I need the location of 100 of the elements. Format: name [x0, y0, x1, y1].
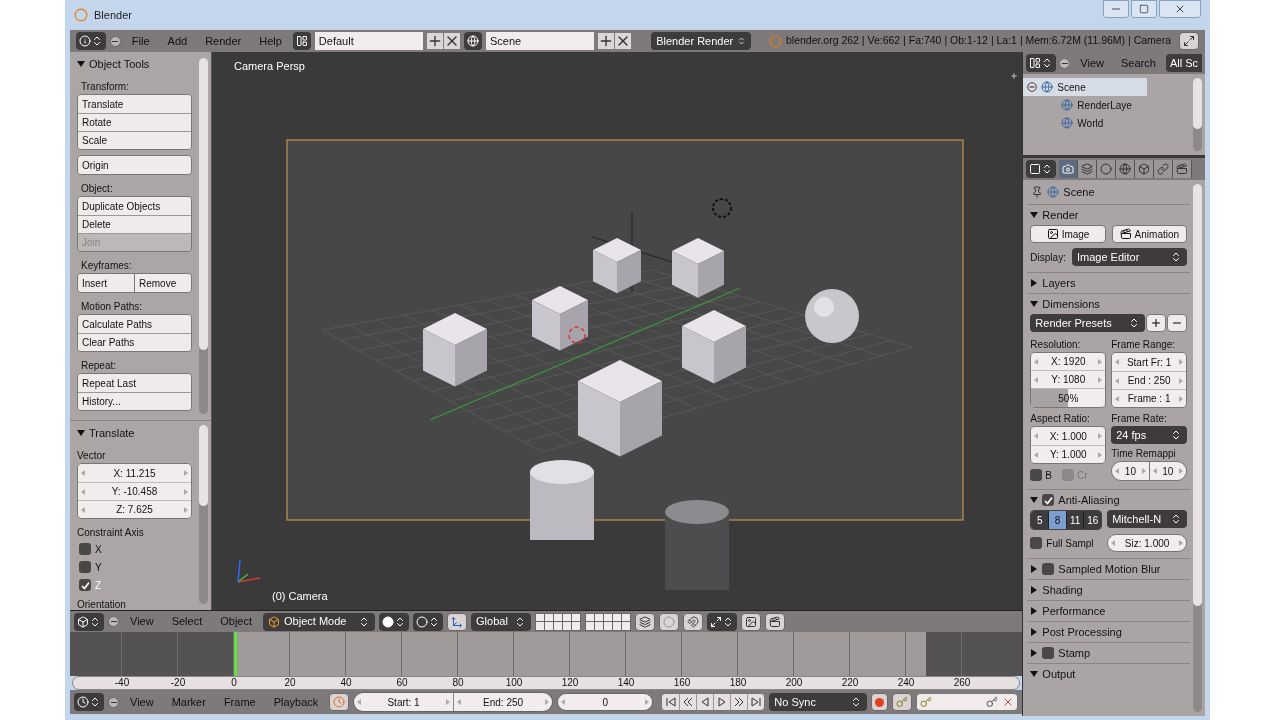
collapse-icon[interactable]: [108, 696, 119, 708]
shading-dropdown[interactable]: [379, 612, 410, 631]
collapsed-triangle-icon[interactable]: [1030, 279, 1039, 287]
play-reverse-icon[interactable]: [700, 697, 711, 707]
tool-button[interactable]: Remove: [134, 274, 191, 292]
tool-button[interactable]: Insert: [78, 274, 134, 292]
checkbox[interactable]: [1030, 537, 1043, 549]
render-button[interactable]: Image: [1030, 225, 1106, 243]
checkbox[interactable]: [79, 561, 91, 573]
expanded-triangle-icon[interactable]: [77, 60, 85, 68]
scene-selector-button[interactable]: [464, 32, 483, 50]
collapse-icon[interactable]: [1027, 82, 1038, 92]
panel-title[interactable]: Render: [1042, 206, 1079, 224]
timeline-ruler[interactable]: -40 -20 0 20 40 60 80 100 120 140 160 180 200 220 240 260: [72, 676, 1021, 690]
right-arrow-icon[interactable]: [1098, 433, 1103, 439]
left-arrow-icon[interactable]: [1115, 395, 1120, 402]
outliner-item[interactable]: RenderLaye: [1023, 96, 1148, 114]
panel-title[interactable]: Dimensions: [1042, 295, 1100, 313]
keying-set-field[interactable]: [916, 693, 1019, 711]
orientation-dropdown[interactable]: Global: [471, 612, 532, 631]
left-arrow-icon[interactable]: [81, 470, 85, 476]
collapsed-triangle-icon[interactable]: [1030, 628, 1039, 636]
close-icon[interactable]: [444, 33, 461, 49]
pin-icon[interactable]: [1031, 186, 1044, 198]
layer-grid[interactable]: [535, 612, 582, 631]
left-arrow-icon[interactable]: [1111, 540, 1116, 546]
editor-type-button[interactable]: [1026, 160, 1057, 178]
layout-field[interactable]: Default: [314, 32, 424, 50]
left-arrow-icon[interactable]: [81, 488, 85, 495]
collapsed-triangle-icon[interactable]: [1030, 649, 1039, 657]
context-tab[interactable]: [1078, 160, 1098, 178]
jump-start-icon[interactable]: [665, 697, 676, 707]
scrollbar-thumb[interactable]: [199, 58, 208, 350]
collapse-icon[interactable]: [110, 35, 121, 47]
left-arrow-icon[interactable]: [1034, 433, 1039, 439]
panel-title[interactable]: Stamp: [1058, 644, 1091, 662]
current-frame-field[interactable]: 0: [557, 693, 654, 711]
context-tab[interactable]: [1154, 160, 1174, 178]
keyframe-button[interactable]: [892, 693, 913, 711]
proportional-edit-button[interactable]: [659, 612, 680, 631]
frame-range-field[interactable]: End : 250: [1112, 371, 1186, 389]
context-tab[interactable]: [1173, 160, 1193, 178]
filter-dropdown[interactable]: All Sc: [1165, 54, 1202, 72]
add-icon[interactable]: [598, 33, 615, 49]
left-arrow-icon[interactable]: [1034, 451, 1039, 458]
left-arrow-icon[interactable]: [1034, 358, 1039, 365]
tool-button[interactable]: Scale: [78, 131, 191, 149]
checkbox[interactable]: [79, 579, 91, 591]
menu-item[interactable]: Playback: [266, 693, 326, 711]
menu-item[interactable]: File: [124, 32, 157, 50]
screen-layout-button[interactable]: [292, 32, 311, 50]
menu-item[interactable]: View: [1073, 54, 1111, 72]
play-icon[interactable]: [717, 697, 728, 707]
left-arrow-icon[interactable]: [1115, 377, 1120, 384]
sample-button[interactable]: 8: [1048, 511, 1066, 529]
minimize-button[interactable]: [1103, 0, 1129, 18]
panel-title[interactable]: Shading: [1042, 581, 1083, 599]
scrollbar-thumb[interactable]: [1193, 78, 1202, 130]
editor-type-button[interactable]: [74, 693, 104, 711]
collapse-icon[interactable]: [108, 616, 119, 627]
tool-button[interactable]: Rotate: [78, 113, 191, 131]
right-arrow-icon[interactable]: [1098, 451, 1103, 458]
snap-dropdown[interactable]: [707, 612, 738, 631]
tool-button[interactable]: Repeat Last: [78, 374, 191, 392]
context-tab[interactable]: [1097, 160, 1117, 178]
collapsed-triangle-icon[interactable]: [1030, 586, 1039, 594]
left-arrow-icon[interactable]: [1115, 359, 1120, 365]
resolution-field[interactable]: X: 1920: [1031, 353, 1106, 371]
tool-button[interactable]: Translate: [78, 95, 191, 113]
menu-item[interactable]: Add: [160, 32, 195, 50]
right-arrow-icon[interactable]: [1098, 376, 1103, 383]
jump-end-icon[interactable]: [751, 697, 762, 707]
right-arrow-icon[interactable]: [1098, 358, 1103, 365]
left-arrow-icon[interactable]: [1034, 376, 1039, 383]
panel-title[interactable]: Sampled Motion Blur: [1058, 560, 1161, 578]
checkbox[interactable]: [1030, 469, 1043, 481]
panel-title[interactable]: Performance: [1042, 602, 1106, 620]
percent-slider[interactable]: 50%: [1031, 389, 1106, 407]
vector-field[interactable]: X: 11.215: [78, 464, 191, 482]
menu-item[interactable]: View: [123, 613, 161, 630]
pivot-dropdown[interactable]: [413, 612, 444, 631]
collapse-icon[interactable]: [1059, 57, 1071, 69]
right-arrow-icon[interactable]: [1179, 359, 1183, 365]
panel-title[interactable]: Output: [1042, 665, 1076, 683]
context-tab[interactable]: [1135, 160, 1155, 178]
expanded-triangle-icon[interactable]: [77, 429, 85, 437]
menu-item[interactable]: Frame: [216, 693, 263, 711]
frame-range-field[interactable]: Start Fr: 1: [1112, 353, 1186, 371]
aspect-field[interactable]: Y: 1.000: [1031, 445, 1106, 463]
menu-item[interactable]: Help: [252, 32, 289, 50]
sync-dropdown[interactable]: No Sync: [769, 693, 868, 711]
tool-button[interactable]: Calculate Paths: [78, 315, 191, 333]
snap-button[interactable]: [683, 612, 704, 631]
right-arrow-icon[interactable]: [1179, 540, 1183, 546]
aspect-field[interactable]: X: 1.000: [1031, 427, 1106, 445]
preview-range-button[interactable]: [329, 693, 350, 711]
left-arrow-icon[interactable]: [81, 506, 85, 513]
next-keyframe-icon[interactable]: [734, 697, 745, 707]
maximize-button[interactable]: [1131, 0, 1157, 18]
scrollbar-thumb[interactable]: [1193, 184, 1202, 607]
